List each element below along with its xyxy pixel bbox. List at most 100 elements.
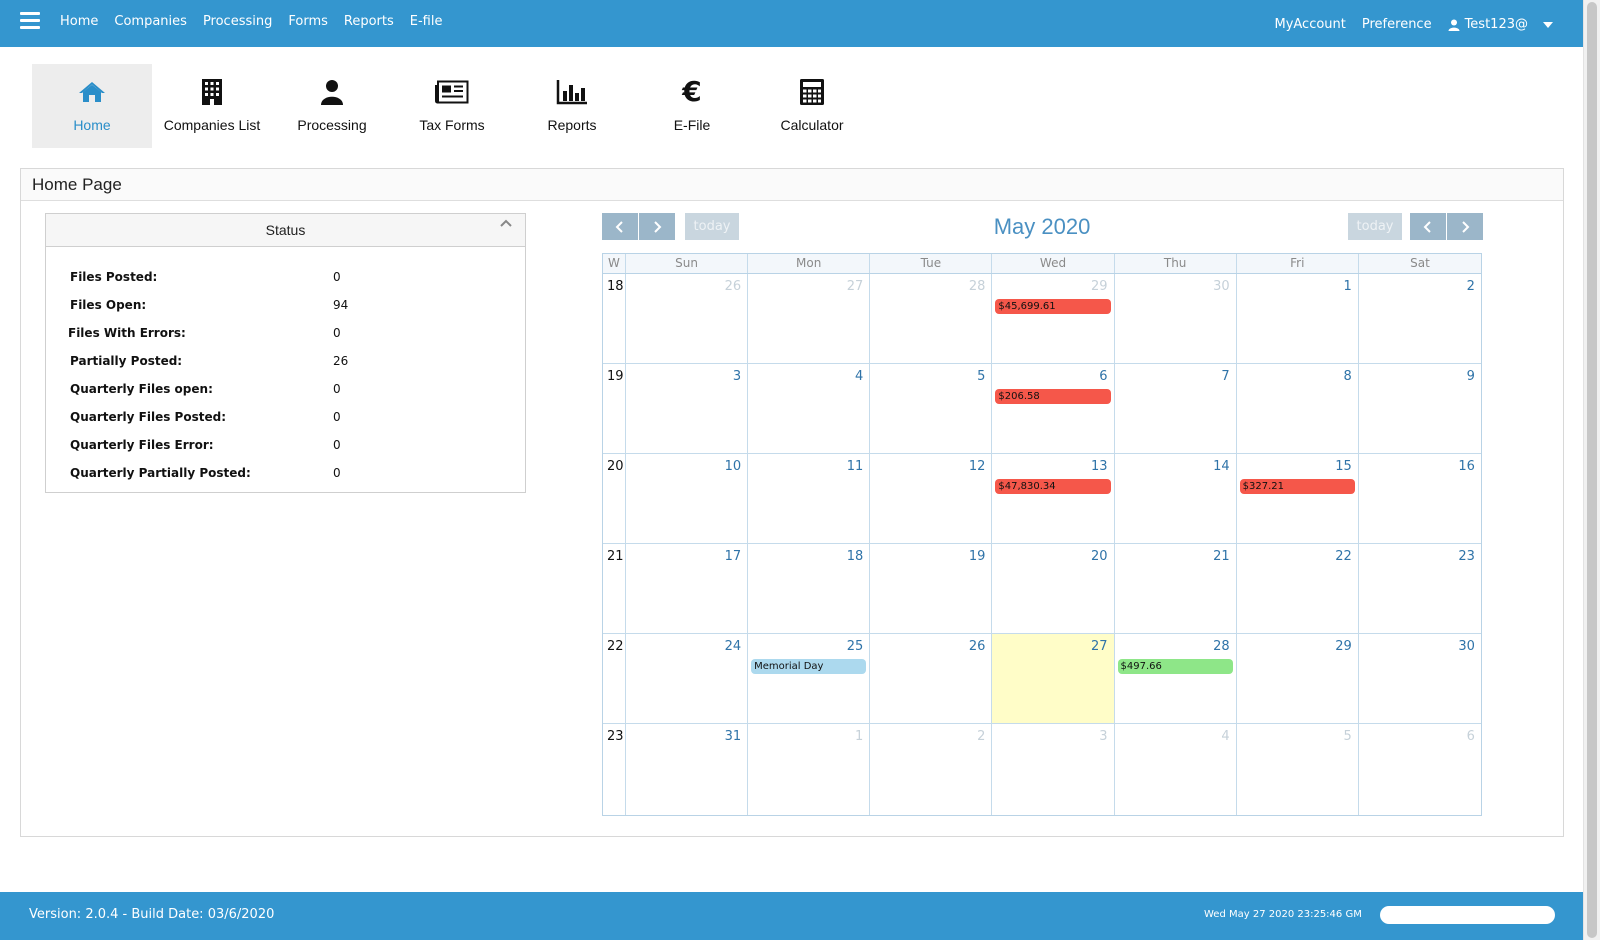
- day-number[interactable]: 29: [1091, 279, 1108, 294]
- day-number[interactable]: 19: [969, 549, 986, 564]
- day-number[interactable]: 1: [855, 729, 863, 744]
- calendar-day[interactable]: 3: [992, 724, 1115, 815]
- calendar-day[interactable]: 29 $45,699.61: [992, 274, 1115, 363]
- day-number[interactable]: 31: [725, 729, 742, 744]
- calendar-next-button-right[interactable]: [1447, 213, 1483, 240]
- calendar-event[interactable]: $45,699.61: [995, 299, 1111, 314]
- calendar-day[interactable]: 31: [626, 724, 749, 815]
- day-number[interactable]: 26: [969, 639, 986, 654]
- day-number[interactable]: 6: [1467, 729, 1475, 744]
- calendar-day[interactable]: 18: [748, 544, 871, 633]
- calendar-day[interactable]: 14: [1115, 454, 1237, 543]
- calendar-day[interactable]: 15 $327.21: [1237, 454, 1359, 543]
- day-number[interactable]: 5: [977, 369, 985, 384]
- day-number[interactable]: 28: [969, 279, 986, 294]
- shortcut-companies-list[interactable]: Companies List: [152, 64, 272, 148]
- calendar-day[interactable]: 17: [626, 544, 749, 633]
- calendar-day[interactable]: 28 $497.66: [1115, 634, 1237, 723]
- calendar-day[interactable]: 11: [748, 454, 871, 543]
- day-number[interactable]: 23: [1458, 549, 1475, 564]
- calendar-prev-button-right[interactable]: [1410, 213, 1446, 240]
- day-number[interactable]: 21: [1213, 549, 1230, 564]
- my-account-link[interactable]: MyAccount: [1274, 17, 1345, 32]
- day-number[interactable]: 4: [855, 369, 863, 384]
- page-scrollbar[interactable]: [1583, 0, 1600, 940]
- calendar-day[interactable]: 25 Memorial Day: [748, 634, 871, 723]
- day-number[interactable]: 17: [725, 549, 742, 564]
- nav-forms[interactable]: Forms: [288, 14, 328, 29]
- day-number[interactable]: 13: [1091, 459, 1108, 474]
- shortcut-calculator[interactable]: Calculator: [752, 64, 872, 148]
- day-number[interactable]: 8: [1344, 369, 1352, 384]
- calendar-day[interactable]: 19: [870, 544, 993, 633]
- user-menu[interactable]: Test123@: [1448, 17, 1553, 32]
- calendar-day[interactable]: 10: [626, 454, 749, 543]
- nav-reports[interactable]: Reports: [344, 14, 394, 29]
- shortcut-reports[interactable]: Reports: [512, 64, 632, 148]
- day-number[interactable]: 30: [1213, 279, 1230, 294]
- calendar-day[interactable]: 22: [1237, 544, 1359, 633]
- preference-link[interactable]: Preference: [1362, 17, 1432, 32]
- chevron-up-icon[interactable]: [499, 218, 513, 228]
- shortcut-efile[interactable]: € E-File: [632, 64, 752, 148]
- day-number[interactable]: 27: [1091, 639, 1108, 654]
- day-number[interactable]: 1: [1344, 279, 1352, 294]
- calendar-day[interactable]: 6 $206.58: [992, 364, 1115, 453]
- calendar-day[interactable]: 30: [1115, 274, 1237, 363]
- calendar-day[interactable]: 26: [626, 274, 749, 363]
- day-number[interactable]: 3: [733, 369, 741, 384]
- calendar-day[interactable]: 1: [748, 724, 871, 815]
- day-number[interactable]: 9: [1467, 369, 1475, 384]
- day-number[interactable]: 30: [1458, 639, 1475, 654]
- calendar-day[interactable]: 21: [1115, 544, 1237, 633]
- calendar-day-today[interactable]: 27: [992, 634, 1115, 723]
- calendar-event[interactable]: $327.21: [1239, 479, 1355, 494]
- day-number[interactable]: 18: [847, 549, 864, 564]
- calendar-day[interactable]: 4: [1115, 724, 1237, 815]
- day-number[interactable]: 27: [847, 279, 864, 294]
- day-number[interactable]: 24: [725, 639, 742, 654]
- calendar-prev-button[interactable]: [602, 213, 638, 240]
- calendar-day[interactable]: 6: [1359, 724, 1481, 815]
- day-number[interactable]: 2: [1467, 279, 1475, 294]
- day-number[interactable]: 12: [969, 459, 986, 474]
- calendar-day[interactable]: 30: [1359, 634, 1481, 723]
- calendar-day[interactable]: 5: [870, 364, 993, 453]
- calendar-event[interactable]: $206.58: [995, 389, 1111, 404]
- calendar-day[interactable]: 8: [1237, 364, 1359, 453]
- calendar-today-button-right[interactable]: today: [1348, 213, 1402, 240]
- calendar-day[interactable]: 16: [1359, 454, 1481, 543]
- calendar-day[interactable]: 27: [748, 274, 871, 363]
- calendar-next-button[interactable]: [639, 213, 675, 240]
- calendar-day[interactable]: 29: [1237, 634, 1359, 723]
- day-number[interactable]: 4: [1221, 729, 1229, 744]
- calendar-event[interactable]: $47,830.34: [995, 479, 1111, 494]
- calendar-day[interactable]: 7: [1115, 364, 1237, 453]
- day-number[interactable]: 16: [1458, 459, 1475, 474]
- day-number[interactable]: 6: [1099, 369, 1107, 384]
- shortcut-processing[interactable]: Processing: [272, 64, 392, 148]
- shortcut-tax-forms[interactable]: Tax Forms: [392, 64, 512, 148]
- calendar-day[interactable]: 13 $47,830.34: [992, 454, 1115, 543]
- calendar-day[interactable]: 12: [870, 454, 993, 543]
- calendar-day[interactable]: 20: [992, 544, 1115, 633]
- chevron-down-icon[interactable]: [1543, 21, 1553, 28]
- calendar-day[interactable]: 23: [1359, 544, 1481, 633]
- day-number[interactable]: 10: [725, 459, 742, 474]
- day-number[interactable]: 28: [1213, 639, 1230, 654]
- calendar-day[interactable]: 2: [870, 724, 993, 815]
- day-number[interactable]: 25: [847, 639, 864, 654]
- nav-home[interactable]: Home: [60, 14, 98, 29]
- calendar-event[interactable]: $497.66: [1117, 659, 1233, 674]
- day-number[interactable]: 26: [725, 279, 742, 294]
- shortcut-home[interactable]: Home: [32, 64, 152, 148]
- calendar-day[interactable]: 5: [1237, 724, 1359, 815]
- day-number[interactable]: 20: [1091, 549, 1108, 564]
- calendar-day[interactable]: 3: [626, 364, 749, 453]
- day-number[interactable]: 29: [1335, 639, 1352, 654]
- day-number[interactable]: 14: [1213, 459, 1230, 474]
- day-number[interactable]: 22: [1335, 549, 1352, 564]
- calendar-day[interactable]: 2: [1359, 274, 1481, 363]
- calendar-day[interactable]: 1: [1237, 274, 1359, 363]
- day-number[interactable]: 5: [1344, 729, 1352, 744]
